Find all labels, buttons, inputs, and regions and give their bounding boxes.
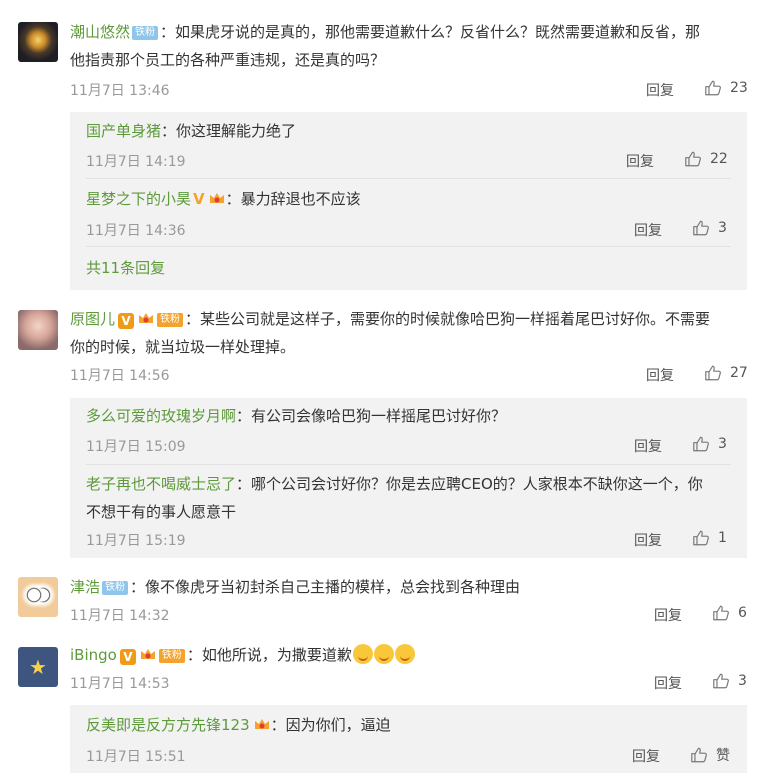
more-replies-link[interactable]: 共11条回复 [86, 257, 165, 278]
reply-text: ：因为你们，逼迫 [270, 716, 391, 734]
thumbs-up-icon [692, 435, 710, 453]
comment-text: 你的时候，就当垃圾一样处理掉。 [70, 338, 296, 356]
star-icon: ★ [29, 655, 47, 679]
thumbs-up-icon [692, 529, 710, 547]
reply-box: 多么可爱的玫瑰岁月啊：有公司会像哈巴狗一样摇尾巴讨好你？ 11月7日 15:09… [70, 398, 747, 558]
crown-badge-icon [140, 649, 155, 659]
emoji-icon [373, 644, 394, 664]
comment-text: ：某些公司就是这样子，需要你的时候就像哈巴狗一样摇着尾巴讨好你。不需要 [185, 310, 711, 328]
timestamp: 11月7日 15:09 [86, 439, 186, 455]
like-button[interactable]: 6 [712, 604, 747, 622]
like-button[interactable]: 1 [692, 529, 727, 547]
timestamp: 11月7日 14:56 [70, 368, 170, 384]
thumbs-up-icon [704, 364, 722, 382]
avatar[interactable]: ★ [18, 647, 58, 687]
fan-badge: 铁粉 [132, 26, 159, 40]
reply-text: ：暴力辞退也不应该 [225, 190, 361, 208]
username[interactable]: 多么可爱的玫瑰岁月啊 [86, 407, 236, 425]
like-button[interactable]: 23 [704, 79, 748, 97]
crown-badge-icon [139, 313, 154, 323]
like-count: 27 [730, 365, 748, 381]
thumbs-up-icon [690, 746, 708, 764]
emoji-icon [394, 644, 415, 664]
emoji-icon [352, 644, 373, 664]
reply-button[interactable]: 回复 [634, 220, 662, 240]
reply-button[interactable]: 回复 [626, 151, 654, 171]
comment-text: 他指责那个员工的各种严重违规，还是真的吗？ [70, 51, 386, 69]
thumbs-up-icon [704, 79, 722, 97]
username[interactable]: 潮山悠然 [70, 23, 130, 41]
thumbs-up-icon [712, 672, 730, 690]
vip-v-icon: V [119, 649, 136, 665]
like-count: 3 [738, 673, 747, 689]
timestamp: 11月7日 14:19 [86, 154, 186, 170]
username[interactable]: 星梦之下的小昊 [86, 190, 191, 208]
reply-text: ：哪个公司会讨好你？你是去应聘CEO的？人家根本不缺你这一个，你 [236, 475, 703, 493]
reply-box: 国产单身猪：你这理解能力绝了 11月7日 14:19 回复 22 星梦之下的小昊… [70, 112, 747, 290]
username[interactable]: 原图儿 [70, 310, 115, 328]
like-button[interactable]: 27 [704, 364, 748, 382]
timestamp: 11月7日 15:51 [86, 749, 186, 765]
comment-text: ：像不像虎牙当初封杀自己主播的模样，总会找到各种理由 [130, 578, 521, 596]
timestamp: 11月7日 14:36 [86, 223, 186, 239]
thumbs-up-icon [692, 219, 710, 237]
comment-text: ：如果虎牙说的是真的，那他需要道歉什么？反省什么？既然需要道歉和反省，那 [160, 23, 701, 41]
like-button[interactable]: 3 [712, 672, 747, 690]
reply-button[interactable]: 回复 [646, 80, 674, 100]
username[interactable]: 老子再也不喝威士忌了 [86, 475, 236, 493]
reply-text: 不想干有的事人愿意干 [86, 503, 237, 521]
timestamp: 11月7日 15:19 [86, 533, 186, 549]
like-count: 3 [718, 220, 727, 236]
fan-badge: 铁粉 [158, 649, 185, 663]
like-count: 赞 [716, 748, 730, 764]
like-count: 1 [718, 530, 727, 546]
vip-v-icon: V [118, 313, 135, 329]
reply-button[interactable]: 回复 [634, 436, 662, 456]
reply-button[interactable]: 回复 [654, 605, 682, 625]
avatar[interactable] [18, 577, 58, 617]
like-count: 3 [718, 436, 727, 452]
timestamp: 11月7日 13:46 [70, 83, 170, 99]
like-button[interactable]: 赞 [690, 745, 730, 765]
avatar[interactable] [18, 310, 58, 350]
timestamp: 11月7日 14:53 [70, 676, 170, 692]
username[interactable]: iBingo [70, 646, 117, 664]
divider [86, 464, 731, 465]
like-button[interactable]: 3 [692, 219, 727, 237]
like-count: 22 [710, 151, 728, 167]
fan-badge: 铁粉 [102, 581, 129, 595]
like-count: 6 [738, 605, 747, 621]
comment-text: ：如他所说，为撒要道歉 [186, 646, 352, 664]
crown-badge-icon [254, 719, 269, 729]
username[interactable]: 反美即是反方方先锋123 [86, 716, 250, 734]
username[interactable]: 国产单身猪 [86, 122, 161, 140]
reply-button[interactable]: 回复 [646, 365, 674, 385]
avatar[interactable] [18, 22, 58, 62]
crown-badge-icon [209, 193, 224, 203]
reply-button[interactable]: 回复 [632, 746, 660, 766]
divider [86, 178, 731, 179]
fan-badge: 铁粉 [157, 313, 184, 327]
vip-v-icon: V [193, 190, 205, 208]
divider [86, 246, 731, 247]
reply-text: ：你这理解能力绝了 [161, 122, 297, 140]
timestamp: 11月7日 14:32 [70, 608, 170, 624]
thumbs-up-icon [712, 604, 730, 622]
reply-text: ：有公司会像哈巴狗一样摇尾巴讨好你？ [236, 407, 507, 425]
like-button[interactable]: 22 [684, 150, 728, 168]
thumbs-up-icon [684, 150, 702, 168]
reply-box: 反美即是反方方先锋123 ：因为你们，逼迫 11月7日 15:51 回复 赞 [70, 705, 747, 773]
like-button[interactable]: 3 [692, 435, 727, 453]
like-count: 23 [730, 80, 748, 96]
username[interactable]: 津浩 [70, 578, 100, 596]
reply-button[interactable]: 回复 [634, 530, 662, 550]
reply-button[interactable]: 回复 [654, 673, 682, 693]
